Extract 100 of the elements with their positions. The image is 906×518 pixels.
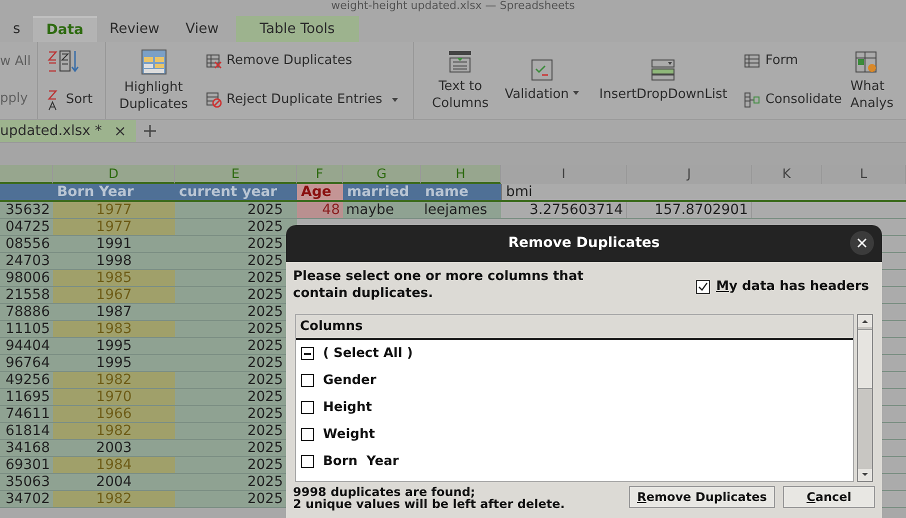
table-cell: 69301 (0, 457, 53, 473)
table-cell: 94404 (0, 338, 53, 354)
table-cell: maybe (343, 202, 421, 218)
checkbox-label: Born Year (323, 452, 399, 471)
checkbox-label: Gender (323, 372, 376, 390)
checkbox-label: My data has headers (716, 278, 869, 296)
text-to-columns-button[interactable]: Text to Columns (424, 42, 496, 119)
checkbox[interactable] (301, 428, 314, 441)
highlight-grid-icon (140, 48, 167, 74)
table-cell: 1995 (53, 355, 175, 371)
checkmark-icon (698, 282, 708, 292)
table-cell: 1970 (53, 389, 175, 405)
minus-icon (304, 352, 311, 354)
table-cell: Age (297, 184, 343, 200)
table-cell: 11695 (0, 389, 53, 405)
table-cell: 1991 (53, 236, 175, 252)
menu-tab[interactable]: View (172, 16, 232, 42)
table-cell: 61814 (0, 423, 53, 439)
table-cell: 74611 (0, 406, 53, 422)
table-cell: 1967 (53, 287, 175, 303)
table-cell: 49256 (0, 372, 53, 388)
table-chart-icon (854, 50, 878, 74)
table-cell: 24703 (0, 253, 53, 269)
table-cell: 1982 (53, 372, 175, 388)
close-button[interactable] (850, 231, 874, 255)
table-cell: name (421, 184, 501, 200)
consolidate-button[interactable]: Consolidate (744, 90, 848, 110)
table-cell: 1985 (53, 270, 175, 286)
table-cell: 35063 (0, 474, 53, 490)
table-cell: 21558 (0, 287, 53, 303)
table-cell: 1998 (53, 253, 175, 269)
checkbox-label: Weight (323, 426, 375, 444)
table-cell: 1966 (53, 406, 175, 422)
close-tab-button[interactable]: × (114, 124, 126, 138)
checkbox[interactable] (301, 401, 314, 414)
table-cell: 2025 (175, 219, 297, 235)
table-cell: 04725 (0, 219, 53, 235)
form-button[interactable]: Form (744, 51, 848, 72)
menu-tab[interactable]: Table Tools (236, 16, 359, 42)
plus-icon (143, 124, 157, 138)
consolidate-icon (744, 92, 760, 108)
checkbox-label: Height (323, 398, 372, 417)
checkbox[interactable] (301, 347, 314, 360)
table-cell: 2004 (53, 474, 175, 490)
menu-tab[interactable]: Data (33, 16, 97, 42)
checkbox-label: ( Select All ) (323, 344, 413, 363)
dialog-title: Remove Duplicates (508, 234, 660, 253)
sort-descending-icon (46, 88, 60, 112)
table-cell: 34168 (0, 440, 53, 456)
checkbox[interactable] (301, 374, 314, 387)
table-cell: 2025 (175, 202, 297, 218)
table-cell: 48 (297, 202, 343, 218)
remove-duplicates-button[interactable]: Remove Duplicates (206, 51, 400, 72)
close-icon (857, 238, 867, 248)
what-if-analysis-button[interactable]: What Analys (848, 42, 894, 119)
dropdown-list-icon (650, 58, 676, 82)
sort-ascending-icon (46, 49, 80, 74)
table-cell: 1977 (53, 202, 175, 218)
highlight-duplicates-button[interactable]: Highlight Duplicates (106, 42, 202, 119)
table-cell: 1983 (53, 321, 175, 337)
table-cell: 1987 (53, 304, 175, 320)
table-cell: 1977 (53, 219, 175, 235)
table-cell: 35632 (0, 202, 53, 218)
table-cell: current year (175, 184, 297, 200)
scrollbar[interactable] (857, 314, 873, 482)
checkbox[interactable] (301, 455, 314, 468)
caret-icon (572, 90, 580, 96)
checklist-icon (530, 58, 554, 82)
scroll-down-icon (858, 469, 872, 481)
table-cell: 1995 (53, 338, 175, 354)
dialog-button[interactable]: Cancel (783, 486, 875, 508)
menu-tab[interactable]: Review (96, 16, 172, 42)
table-cell: Born Year (53, 184, 175, 200)
table-cell: 11105 (0, 321, 53, 337)
new-tab-button[interactable] (142, 123, 158, 139)
table-block-icon (206, 92, 222, 108)
table-cell: 1982 (53, 491, 175, 507)
scroll-up-icon (858, 315, 872, 327)
list-header: Columns (296, 315, 853, 340)
table-cell: 98006 (0, 270, 53, 286)
table-cell: 2003 (53, 440, 175, 456)
text-columns-icon (448, 50, 472, 74)
insert-dropdown-list-button[interactable]: InsertDropDownList (588, 42, 738, 119)
reject-duplicate-entries-button[interactable]: Reject Duplicate Entries (206, 90, 400, 110)
form-grid-icon (744, 54, 760, 68)
table-cell: 08556 (0, 236, 53, 252)
checkbox[interactable] (696, 280, 710, 294)
table-cell: 1984 (53, 457, 175, 473)
menu-tab[interactable]: s (0, 16, 34, 42)
column-header[interactable] (0, 165, 53, 184)
caret-icon (391, 96, 400, 103)
table-cell: 1982 (53, 423, 175, 439)
sort-button[interactable]: Sort (66, 90, 93, 110)
document-tab[interactable]: updated.xlsx * × (0, 120, 136, 142)
table-remove-icon (206, 53, 222, 70)
table-cell: 34702 (0, 491, 53, 507)
validation-button[interactable]: Validation (496, 42, 588, 119)
table-cell: 78886 (0, 304, 53, 320)
table-cell: married (343, 184, 421, 200)
dialog-button[interactable]: Remove Duplicates (629, 486, 775, 508)
